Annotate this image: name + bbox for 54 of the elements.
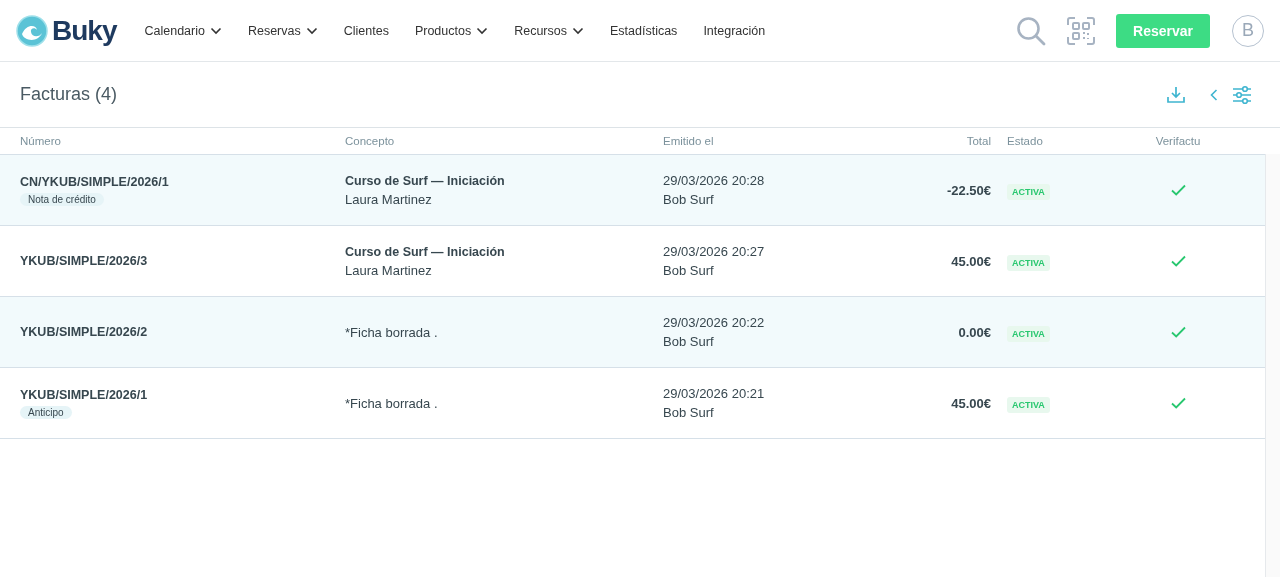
- status-badge: ACTIVA: [1007, 183, 1050, 200]
- column-header: Concepto: [345, 135, 396, 147]
- issuer-name: Bob Surf: [663, 334, 714, 349]
- brand-name: Buky: [52, 14, 117, 47]
- issue-date: 29/03/2026 20:22: [663, 315, 765, 330]
- invoice-type-tag: Nota de crédito: [20, 192, 104, 206]
- total-amount: 45.00€: [951, 395, 991, 411]
- caret-icon: [476, 26, 489, 35]
- caret-icon: [209, 26, 222, 35]
- page-title: Facturas (4): [20, 84, 118, 105]
- nav-item[interactable]: Calendario: [144, 23, 222, 38]
- concept-text: *Ficha borrada .: [345, 324, 438, 340]
- concept-text: *Ficha borrada .: [345, 395, 438, 411]
- caret-icon: [305, 26, 318, 35]
- issue-date: 29/03/2026 20:28: [663, 173, 765, 188]
- status-badge: ACTIVA: [1007, 254, 1050, 271]
- issue-date: 29/03/2026 20:21: [663, 386, 765, 401]
- issuer-name: Bob Surf: [663, 263, 714, 278]
- scrollbar-track[interactable]: [1265, 154, 1280, 577]
- column-header: Emitido el: [663, 135, 715, 147]
- column-header: Número: [19, 135, 62, 147]
- download-icon[interactable]: [1166, 85, 1186, 104]
- logo-icon: [16, 14, 48, 47]
- nav-item[interactable]: Productos: [414, 23, 489, 38]
- search-icon[interactable]: [1016, 15, 1046, 46]
- client-name: Laura Martinez: [345, 262, 432, 278]
- column-header: Total: [965, 135, 991, 147]
- concept-text: Curso de Surf — Iniciación: [345, 244, 505, 259]
- issuer-name: Bob Surf: [663, 192, 714, 207]
- caret-icon: [572, 26, 584, 35]
- column-header: Verifactu: [1154, 135, 1202, 147]
- nav-item[interactable]: Estadísticas: [610, 23, 678, 38]
- filter-sliders-icon[interactable]: [1232, 84, 1252, 105]
- qr-scan-icon[interactable]: [1066, 15, 1096, 46]
- total-amount: 0.00€: [958, 324, 991, 340]
- invoice-number: YKUB/SIMPLE/2026/3: [20, 254, 148, 268]
- invoice-number: YKUB/SIMPLE/2026/1: [20, 387, 148, 402]
- concept-text: Curso de Surf — Iniciación: [345, 173, 505, 188]
- status-badge: ACTIVA: [1007, 325, 1050, 342]
- total-amount: -22.50€: [946, 182, 991, 198]
- invoice-number: CN/YKUB/SIMPLE/2026/1: [20, 174, 169, 189]
- column-header: Estado: [1006, 135, 1044, 147]
- nav-item[interactable]: Clientes: [343, 23, 389, 38]
- chevron-left-icon[interactable]: [1210, 88, 1218, 101]
- nav-item[interactable]: Integración: [703, 23, 766, 38]
- invoice-type-tag: Anticipo: [20, 405, 72, 419]
- issue-date: 29/03/2026 20:27: [663, 244, 765, 259]
- status-badge: ACTIVA: [1007, 396, 1050, 413]
- nav-item[interactable]: Recursos: [514, 23, 584, 38]
- total-amount: 45.00€: [951, 253, 991, 269]
- nav-item[interactable]: Reservas: [247, 23, 318, 38]
- issuer-name: Bob Surf: [663, 405, 714, 420]
- client-name: Laura Martinez: [345, 191, 432, 207]
- invoice-number: YKUB/SIMPLE/2026/2: [20, 325, 148, 339]
